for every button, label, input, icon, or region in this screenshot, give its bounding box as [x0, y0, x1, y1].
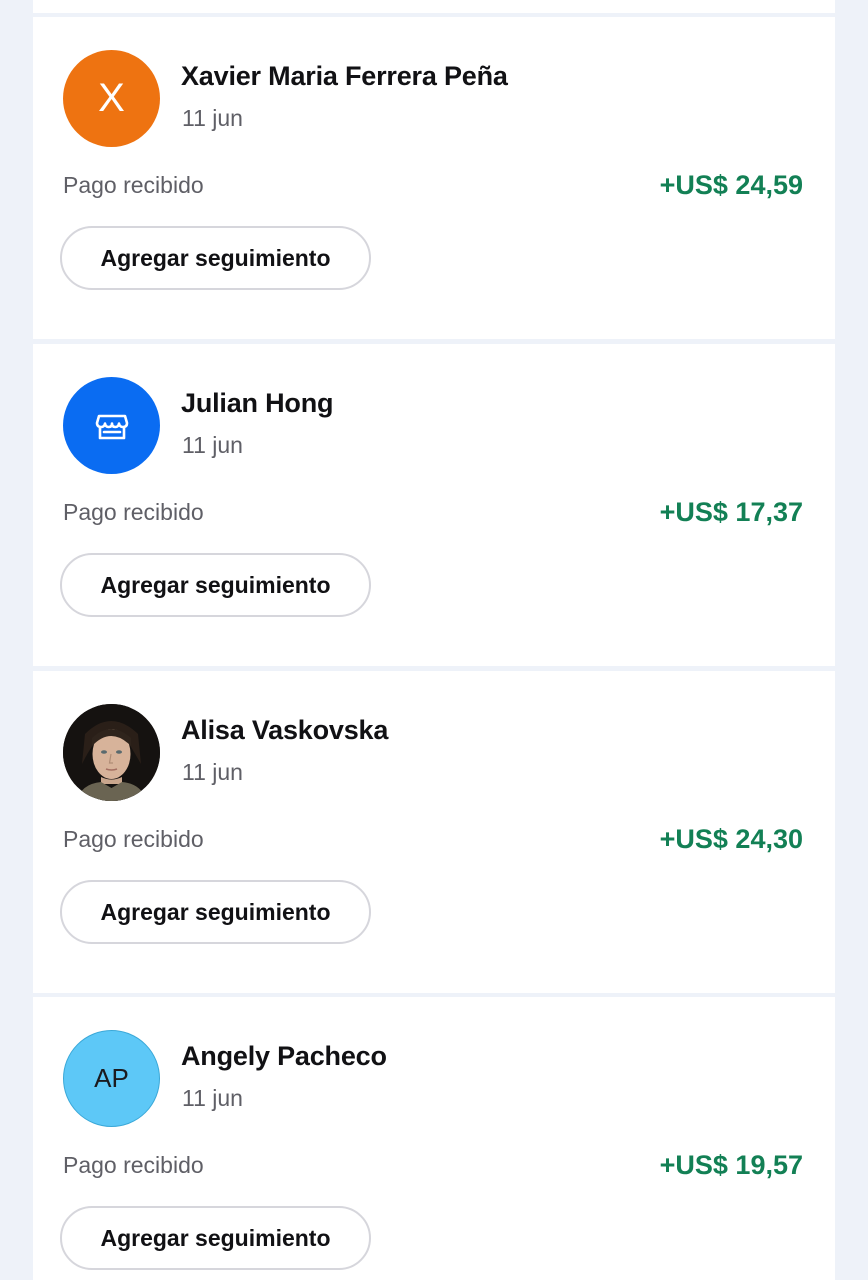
previous-card-edge [33, 0, 835, 13]
transaction-date: 11 jun [182, 759, 243, 785]
payer-name: Alisa Vaskovska [181, 715, 389, 745]
transaction-feed: X Xavier Maria Ferrera Peña 11 jun Pago … [33, 0, 835, 1280]
add-follow-up-button[interactable]: Agregar seguimiento [60, 880, 371, 944]
avatar-initial: X [98, 76, 125, 120]
transaction-card[interactable]: Julian Hong 11 jun Pago recibido +US$ 17… [33, 344, 835, 666]
storefront-icon [95, 414, 128, 439]
payer-name: Julian Hong [181, 388, 334, 418]
transaction-status: Pago recibido [63, 1152, 204, 1178]
transaction-status: Pago recibido [63, 172, 204, 198]
transaction-date: 11 jun [182, 432, 243, 458]
transaction-date: 11 jun [182, 105, 243, 131]
add-follow-up-button[interactable]: Agregar seguimiento [60, 553, 371, 617]
avatar: AP [63, 1030, 160, 1127]
transaction-date: 11 jun [182, 1085, 243, 1111]
transaction-card[interactable]: X Xavier Maria Ferrera Peña 11 jun Pago … [33, 17, 835, 339]
add-follow-up-button[interactable]: Agregar seguimiento [60, 1206, 371, 1270]
avatar: X [63, 50, 160, 147]
transaction-status: Pago recibido [63, 499, 204, 525]
payer-name: Angely Pacheco [181, 1041, 387, 1071]
add-follow-up-button[interactable]: Agregar seguimiento [60, 226, 371, 290]
transaction-status: Pago recibido [63, 826, 204, 852]
avatar-initials: AP [94, 1063, 129, 1093]
profile-photo [63, 704, 160, 801]
transaction-amount: +US$ 17,37 [659, 497, 803, 527]
payer-name: Xavier Maria Ferrera Peña [181, 61, 508, 91]
transaction-amount: +US$ 19,57 [659, 1150, 803, 1180]
transaction-amount: +US$ 24,59 [659, 170, 803, 200]
avatar [63, 704, 160, 801]
avatar [63, 377, 160, 474]
transaction-card[interactable]: AP Angely Pacheco 11 jun Pago recibido +… [33, 997, 835, 1280]
transaction-amount: +US$ 24,30 [659, 824, 803, 854]
transaction-card[interactable]: Alisa Vaskovska 11 jun Pago recibido +US… [33, 671, 835, 993]
